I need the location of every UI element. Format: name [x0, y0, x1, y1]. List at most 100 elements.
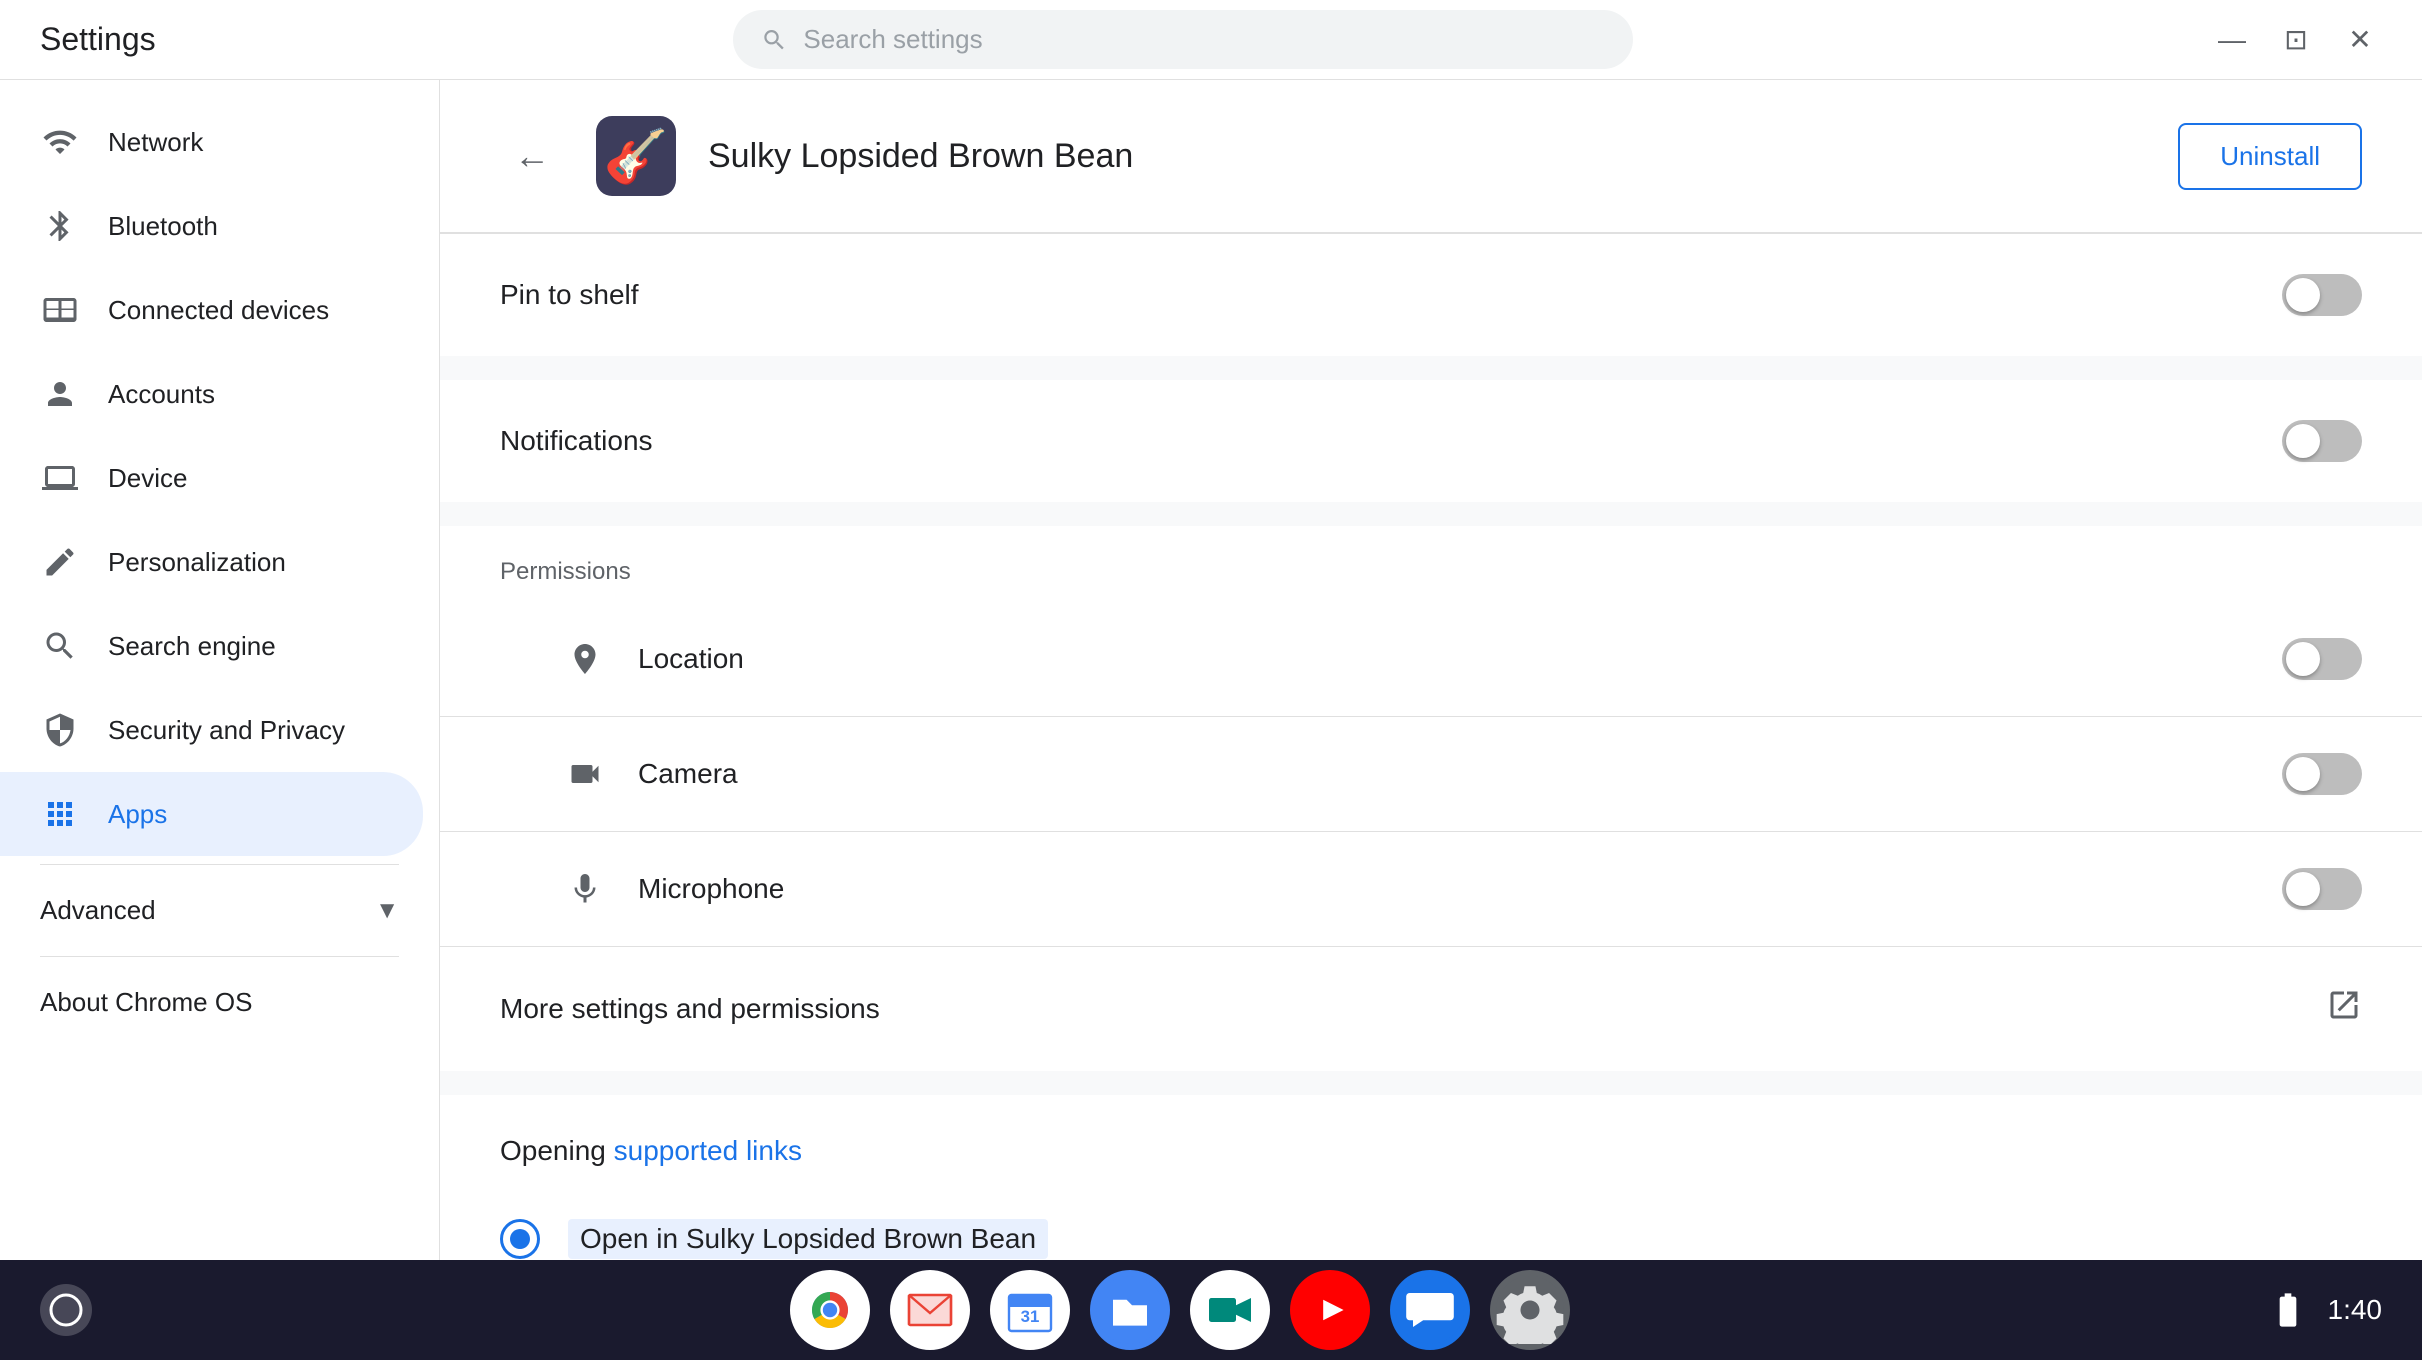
- search-input[interactable]: [803, 24, 1604, 55]
- window-controls: — ⊡ ✕: [2210, 18, 2382, 62]
- shield-icon: [40, 710, 80, 750]
- radio-inner-app: [510, 1229, 530, 1249]
- sidebar-item-about[interactable]: About Chrome OS: [0, 965, 423, 1040]
- sidebar-item-security[interactable]: Security and Privacy: [0, 688, 423, 772]
- radio-outer-app: [500, 1219, 540, 1259]
- permission-row-location: Location: [440, 602, 2422, 717]
- sidebar-divider-2: [40, 956, 399, 957]
- more-settings-label: More settings and permissions: [500, 993, 2326, 1025]
- taskbar-youtube[interactable]: [1290, 1270, 1370, 1350]
- sidebar-label-security: Security and Privacy: [108, 715, 345, 746]
- camera-icon: [560, 749, 610, 799]
- svg-text:31: 31: [1020, 1307, 1039, 1326]
- taskbar-gmail[interactable]: [890, 1270, 970, 1350]
- microphone-toggle[interactable]: [2282, 868, 2362, 910]
- sidebar-divider: [40, 864, 399, 865]
- location-icon: [560, 634, 610, 684]
- permission-row-microphone: Microphone: [440, 832, 2422, 946]
- taskbar: 31: [0, 1260, 2422, 1360]
- taskbar-right: 1:40: [2268, 1290, 2383, 1330]
- permission-row-camera: Camera: [440, 717, 2422, 832]
- notifications-section: Notifications: [440, 380, 2422, 502]
- taskbar-chrome[interactable]: [790, 1270, 870, 1350]
- sidebar-item-search-engine[interactable]: Search engine: [0, 604, 423, 688]
- taskbar-left: [40, 1284, 92, 1336]
- sidebar-item-apps[interactable]: Apps: [0, 772, 423, 856]
- pin-to-shelf-section: Pin to shelf: [440, 234, 2422, 356]
- gap-1: [440, 356, 2422, 380]
- pin-to-shelf-label: Pin to shelf: [500, 279, 2282, 311]
- opening-title: Opening supported links: [500, 1135, 2362, 1167]
- person-icon: [40, 374, 80, 414]
- sidebar-item-advanced[interactable]: Advanced ▼: [0, 873, 439, 948]
- sidebar-item-connected-devices[interactable]: Connected devices: [0, 268, 423, 352]
- sidebar-item-device[interactable]: Device: [0, 436, 423, 520]
- location-toggle[interactable]: [2282, 638, 2362, 680]
- sidebar-item-bluetooth[interactable]: Bluetooth: [0, 184, 423, 268]
- launcher-button[interactable]: [40, 1284, 92, 1336]
- content-area: ← 🎸 Sulky Lopsided Brown Bean Uninstall …: [440, 80, 2422, 1360]
- sidebar-item-accounts[interactable]: Accounts: [0, 352, 423, 436]
- external-link-icon: [2326, 987, 2362, 1031]
- window: Settings — ⊡ ✕ Network: [0, 0, 2422, 1360]
- camera-label: Camera: [638, 758, 2282, 790]
- radio-label-app: Open in Sulky Lopsided Brown Bean: [568, 1219, 1048, 1259]
- taskbar-meet[interactable]: [1190, 1270, 1270, 1350]
- permissions-section: Permissions Location Cam: [440, 526, 2422, 946]
- search-icon: [761, 26, 788, 54]
- wifi-icon: [40, 122, 80, 162]
- taskbar-settings[interactable]: [1490, 1270, 1570, 1350]
- notifications-toggle[interactable]: [2282, 420, 2362, 462]
- titlebar: Settings — ⊡ ✕: [0, 0, 2422, 80]
- taskbar-apps: 31: [92, 1270, 2268, 1350]
- notifications-label: Notifications: [500, 425, 2282, 457]
- app-icon: 🎸: [596, 116, 676, 196]
- taskbar-calendar[interactable]: 31: [990, 1270, 1070, 1350]
- back-button[interactable]: ←: [500, 124, 564, 188]
- permissions-header: Permissions: [440, 526, 2422, 602]
- app-header: ← 🎸 Sulky Lopsided Brown Bean Uninstall: [440, 80, 2422, 234]
- app-name: Sulky Lopsided Brown Bean: [708, 137, 2146, 176]
- camera-toggle[interactable]: [2282, 753, 2362, 795]
- sidebar-label-personalization: Personalization: [108, 547, 286, 578]
- sidebar-label-connected-devices: Connected devices: [108, 295, 329, 326]
- pin-to-shelf-row: Pin to shelf: [440, 234, 2422, 356]
- tablet-icon: [40, 290, 80, 330]
- taskbar-files[interactable]: [1090, 1270, 1170, 1350]
- uninstall-button[interactable]: Uninstall: [2178, 123, 2362, 190]
- sidebar: Network Bluetooth Connected devices: [0, 80, 440, 1360]
- search-bar[interactable]: [733, 10, 1633, 69]
- gap-3: [440, 1071, 2422, 1095]
- sidebar-label-bluetooth: Bluetooth: [108, 211, 218, 242]
- laptop-icon: [40, 458, 80, 498]
- gap-2: [440, 502, 2422, 526]
- search-engine-icon: [40, 626, 80, 666]
- sidebar-item-personalization[interactable]: Personalization: [0, 520, 423, 604]
- close-button[interactable]: ✕: [2338, 18, 2382, 62]
- edit-icon: [40, 542, 80, 582]
- maximize-button[interactable]: ⊡: [2274, 18, 2318, 62]
- apps-icon: [40, 794, 80, 834]
- notifications-row: Notifications: [440, 380, 2422, 502]
- sidebar-label-apps: Apps: [108, 799, 167, 830]
- taskbar-chat[interactable]: [1390, 1270, 1470, 1350]
- microphone-label: Microphone: [638, 873, 2282, 905]
- main-layout: Network Bluetooth Connected devices: [0, 80, 2422, 1360]
- bluetooth-icon: [40, 206, 80, 246]
- sidebar-label-network: Network: [108, 127, 203, 158]
- supported-links-link[interactable]: supported links: [614, 1135, 802, 1166]
- clock: 1:40: [2328, 1294, 2383, 1326]
- content-body: ← 🎸 Sulky Lopsided Brown Bean Uninstall …: [440, 80, 2422, 1360]
- sidebar-label-search-engine: Search engine: [108, 631, 276, 662]
- location-label: Location: [638, 643, 2282, 675]
- app-title: Settings: [40, 21, 156, 58]
- minimize-button[interactable]: —: [2210, 18, 2254, 62]
- sidebar-label-device: Device: [108, 463, 187, 494]
- chevron-down-icon: ▼: [375, 897, 399, 925]
- sidebar-item-network[interactable]: Network: [0, 100, 423, 184]
- battery-icon: [2268, 1290, 2308, 1330]
- sidebar-label-about: About Chrome OS: [40, 987, 252, 1018]
- pin-to-shelf-toggle[interactable]: [2282, 274, 2362, 316]
- sidebar-label-accounts: Accounts: [108, 379, 215, 410]
- more-settings-row[interactable]: More settings and permissions: [440, 946, 2422, 1071]
